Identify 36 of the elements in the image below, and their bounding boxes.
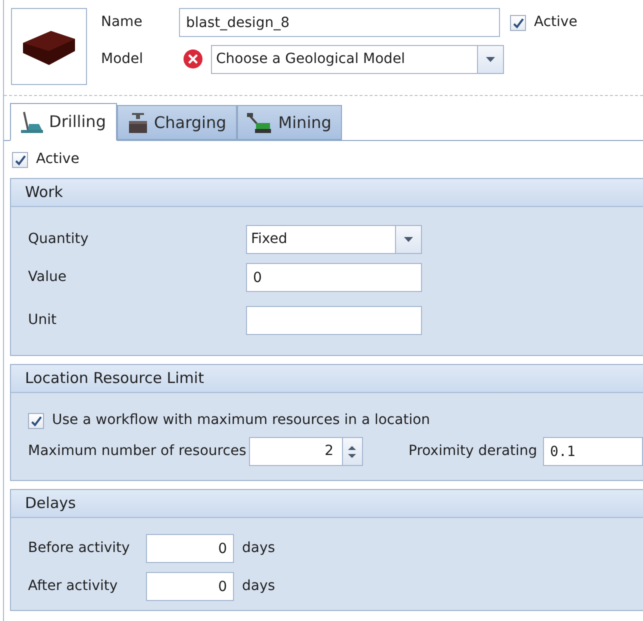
field-label: Before activity (28, 539, 131, 558)
unit-label: days (242, 577, 276, 596)
caret-icon (486, 57, 495, 62)
field-label: Value (28, 268, 68, 287)
tab[interactable]: Drilling (10, 103, 117, 141)
input-field[interactable]: blast_design_8 (179, 8, 500, 37)
field-label: Proximity derating (408, 442, 538, 461)
checkbox[interactable] (12, 152, 28, 168)
field-label: Quantity (28, 230, 90, 249)
checkbox[interactable] (510, 14, 526, 30)
checkbox-label: Active (36, 150, 80, 169)
field-label: After activity (28, 577, 119, 596)
unit-label: days (242, 539, 276, 558)
tab[interactable]: Charging (116, 105, 238, 140)
spin-field[interactable]: 2 (248, 437, 362, 466)
drill-rig-icon (19, 110, 45, 134)
field-label: Unit (28, 311, 58, 330)
dropdown[interactable]: Choose a Geological Model (211, 45, 504, 74)
input-field[interactable]: 0 (146, 572, 234, 601)
panel-header: Location Resource Limit (11, 365, 643, 393)
dropdown[interactable]: Fixed (246, 225, 422, 254)
input-field[interactable] (246, 306, 422, 335)
field-label: Maximum number of resources (28, 442, 248, 461)
field-label: Name (101, 13, 144, 32)
input-field[interactable]: 0.1 (543, 437, 643, 466)
panel-header: Work (11, 179, 643, 207)
field-label: Model (101, 50, 144, 69)
checkbox[interactable] (28, 412, 44, 428)
spinner-arrows-icon[interactable] (348, 444, 356, 458)
tab[interactable]: Mining (237, 105, 342, 140)
checkbox-label: Active (534, 13, 578, 32)
checkbox-label: Use a workflow with maximum resources in a location (52, 411, 430, 430)
panel-header: Delays (11, 490, 643, 518)
input-field[interactable]: 0 (246, 263, 422, 292)
caret-icon (404, 237, 413, 242)
input-field[interactable]: 0 (146, 534, 234, 563)
